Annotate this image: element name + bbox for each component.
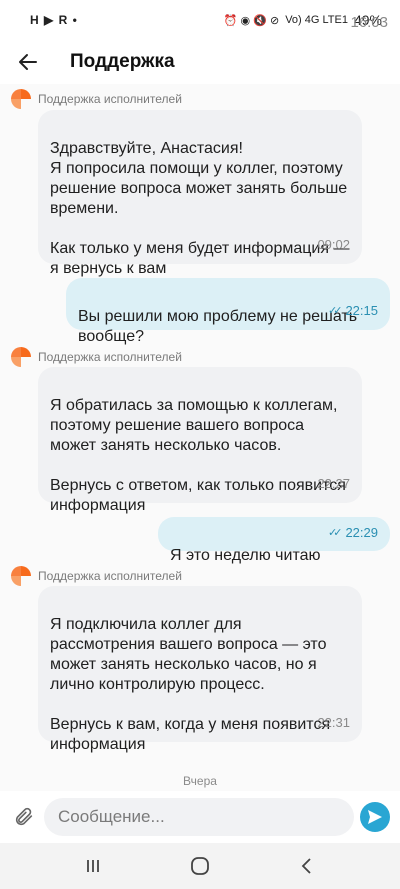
recents-button[interactable] <box>73 846 113 886</box>
message-time: 22:27 <box>317 476 350 491</box>
outgoing-message[interactable]: Я это неделю читаю ✓✓ 22:29 <box>158 517 390 564</box>
sender-name: Поддержка исполнителей <box>38 92 182 106</box>
message-time: 22:29 <box>345 525 378 540</box>
recents-icon <box>87 860 100 872</box>
double-check-icon: ✓✓ <box>328 305 343 317</box>
attach-button[interactable] <box>4 806 44 828</box>
message-sender: Поддержка исполнителей <box>10 565 182 587</box>
send-icon <box>368 810 382 824</box>
support-logo-icon <box>11 347 31 367</box>
system-nav-bar <box>0 843 400 889</box>
date-separator: Вчера <box>183 774 217 788</box>
status-bar-left: 16:03 H ▶ R • <box>30 13 388 31</box>
network-indicator: Vo) 4G LTE1 <box>285 14 348 26</box>
home-icon <box>191 857 209 875</box>
incoming-message[interactable]: Здравствуйте, Анастасия! Я попросила пом… <box>38 110 362 277</box>
outgoing-message[interactable]: Вы решили мою проблему не решать вообще?… <box>66 278 390 345</box>
notification-icons: H ▶ R • <box>30 13 78 27</box>
message-text: Я это неделю читаю <box>170 547 321 564</box>
message-time: 09:02 <box>317 237 350 252</box>
incoming-message[interactable]: Я подключила коллег для рассмотрения ваш… <box>38 586 362 753</box>
message-composer <box>0 791 400 843</box>
status-bar: 16:03 H ▶ R • ⏰ ◉ 🔇 ⊘ Vo) 4G LTE1 49% <box>0 0 400 40</box>
message-text: Вы решили мою проблему не решать вообще? <box>78 308 358 345</box>
page-title: Поддержка <box>70 51 175 72</box>
support-logo-icon <box>11 566 31 586</box>
app-bar: Поддержка <box>0 40 400 84</box>
sender-name: Поддержка исполнителей <box>38 569 182 583</box>
message-time: 22:15 <box>345 303 378 318</box>
incoming-message[interactable]: Я обратилась за помощью к коллегам, поэт… <box>38 367 362 514</box>
message-time-read: ✓✓ 22:15 <box>328 301 378 321</box>
arrow-left-icon <box>19 54 37 70</box>
message-time-read: ✓✓ 22:29 <box>328 523 378 543</box>
status-time: 16:03 <box>350 14 388 31</box>
message-sender: Поддержка исполнителей <box>10 346 182 368</box>
send-button[interactable] <box>360 802 390 832</box>
system-icons: ⏰ ◉ 🔇 ⊘ <box>223 14 280 27</box>
message-time: 22:31 <box>317 715 350 730</box>
back-button[interactable] <box>2 40 54 84</box>
message-text: Я подключила коллег для рассмотрения ваш… <box>50 616 331 753</box>
paperclip-icon <box>15 807 33 826</box>
message-sender: Поддержка исполнителей <box>10 88 182 110</box>
chat-thread[interactable]: Поддержка исполнителей Здравствуйте, Ана… <box>0 84 400 791</box>
double-check-icon: ✓✓ <box>328 527 343 539</box>
message-text: Я обратилась за помощью к коллегам, поэт… <box>50 397 346 514</box>
nav-back-button[interactable] <box>287 846 327 886</box>
support-logo-icon <box>11 89 31 109</box>
message-text: Здравствуйте, Анастасия! Я попросила пом… <box>50 140 350 277</box>
message-input[interactable] <box>44 798 354 836</box>
sender-name: Поддержка исполнителей <box>38 350 182 364</box>
home-button[interactable] <box>180 846 220 886</box>
chevron-left-icon <box>301 858 311 874</box>
